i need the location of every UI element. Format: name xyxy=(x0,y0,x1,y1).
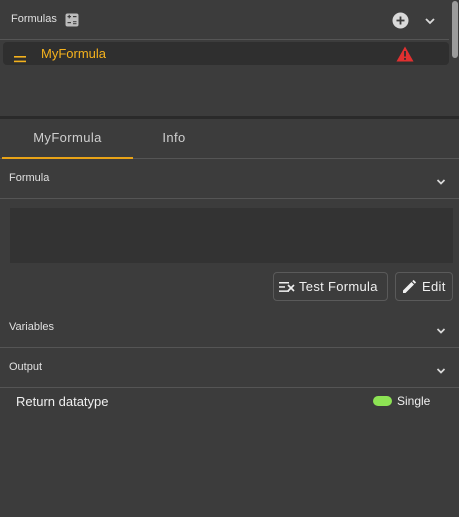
formula-section-header[interactable]: Formula xyxy=(0,159,459,199)
warning-icon xyxy=(396,46,414,62)
calculator-icon xyxy=(65,13,79,27)
return-datatype-label: Return datatype xyxy=(16,394,109,409)
edit-label: Edit xyxy=(422,279,446,294)
chevron-down-icon xyxy=(436,363,446,374)
datatype-color-indicator xyxy=(373,396,392,406)
formulas-panel: Formulas MyFormula xyxy=(0,0,449,116)
variables-section-label: Variables xyxy=(9,321,55,333)
formula-editor[interactable] xyxy=(10,208,453,263)
plus-circle-icon xyxy=(392,12,409,29)
return-datatype-row: Return datatype Single xyxy=(0,389,459,413)
chevron-down-icon xyxy=(436,174,446,185)
chevron-down-icon xyxy=(425,18,435,25)
collapse-formulas-button[interactable] xyxy=(424,14,436,26)
drag-handle-icon[interactable] xyxy=(14,50,26,63)
chevron-down-icon xyxy=(436,323,446,334)
test-formula-label: Test Formula xyxy=(299,279,378,294)
formulas-title: Formulas xyxy=(11,13,57,25)
formulas-header: Formulas xyxy=(0,0,449,40)
variables-section-header[interactable]: Variables xyxy=(0,308,459,348)
scrollbar-thumb[interactable] xyxy=(452,1,458,58)
output-section-label: Output xyxy=(9,361,43,373)
formula-section-label: Formula xyxy=(9,172,50,184)
tab-bar: MyFormula Info xyxy=(0,119,459,159)
formula-name: MyFormula xyxy=(41,46,107,61)
tab-info[interactable]: Info xyxy=(133,119,215,159)
edit-button[interactable]: Edit xyxy=(395,272,453,301)
tab-myformula[interactable]: MyFormula xyxy=(2,119,133,159)
formulas-scrollbar[interactable] xyxy=(451,0,459,116)
test-formula-icon xyxy=(279,280,295,294)
test-formula-button[interactable]: Test Formula xyxy=(273,272,388,301)
datatype-value[interactable]: Single xyxy=(397,394,430,408)
add-formula-button[interactable] xyxy=(392,12,409,29)
formula-list-item[interactable]: MyFormula xyxy=(3,42,449,65)
pencil-icon xyxy=(401,279,417,293)
empty-area xyxy=(0,413,459,517)
output-section-header[interactable]: Output xyxy=(0,348,459,388)
